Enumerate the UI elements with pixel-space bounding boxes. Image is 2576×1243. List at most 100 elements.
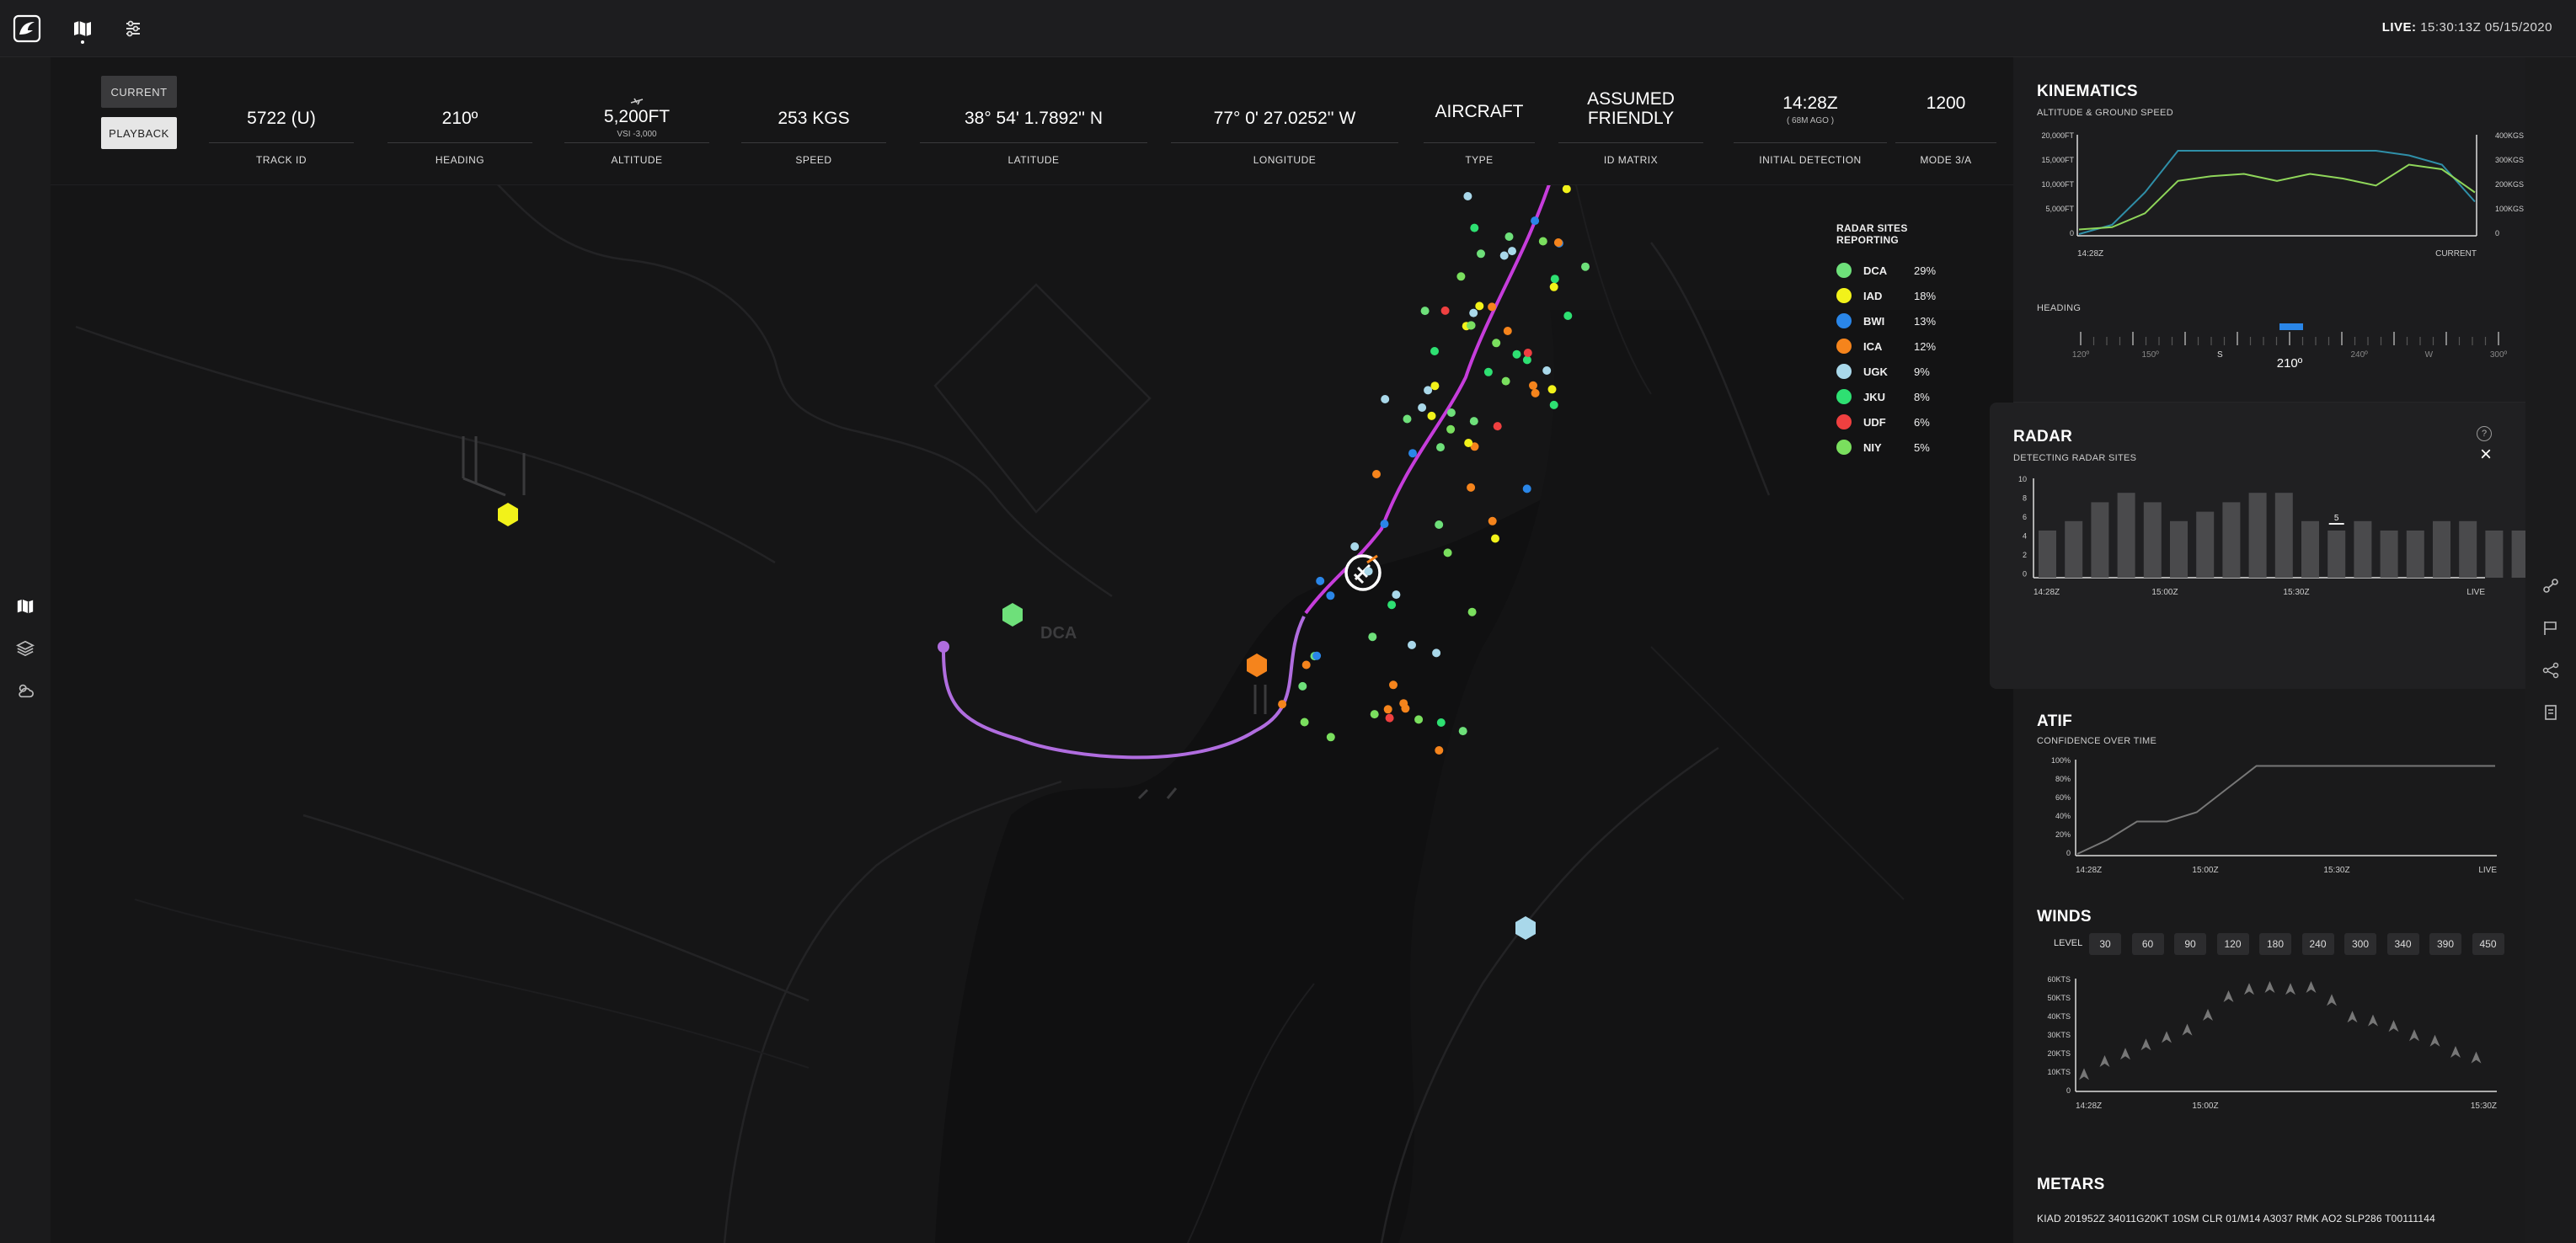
wind-level-button[interactable]: 60 bbox=[2131, 933, 2164, 955]
detection-dot bbox=[1467, 607, 1477, 616]
aircraft-marker[interactable] bbox=[1344, 554, 1382, 591]
atif-chart[interactable]: 100% 80% 60% 40% 20% 0 14:28Z 15:00Z 15:30Z LIVE bbox=[2013, 755, 2525, 906]
wind-barb bbox=[2223, 990, 2234, 1002]
atif-y-tick: 0 bbox=[2066, 849, 2071, 857]
help-icon[interactable]: ? bbox=[2477, 426, 2492, 441]
wind-y-tick: 20KTS bbox=[2047, 1049, 2071, 1058]
altitude-cell: 5,200FT VSI -3,000 bbox=[564, 96, 709, 143]
detection-dot bbox=[1368, 632, 1377, 642]
wind-level-button[interactable]: 450 bbox=[2472, 933, 2504, 955]
radar-site-dca[interactable] bbox=[1002, 603, 1023, 627]
layers-icon[interactable] bbox=[12, 635, 39, 662]
radar-subtitle: DETECTING RADAR SITES bbox=[2013, 453, 2137, 463]
radar-bar[interactable] bbox=[2354, 520, 2372, 578]
wind-level-button[interactable]: 390 bbox=[2429, 933, 2461, 955]
radar-bar[interactable] bbox=[2170, 520, 2188, 578]
route-icon[interactable] bbox=[2537, 573, 2564, 600]
radar-bar[interactable] bbox=[2091, 502, 2109, 578]
wind-level-button[interactable]: 30 bbox=[2089, 933, 2121, 955]
map-view[interactable]: DCA bbox=[51, 57, 2013, 1243]
wind-x-tick: 15:00Z bbox=[2192, 1102, 2218, 1111]
kinematics-y-right-tick: 0 bbox=[2495, 229, 2499, 237]
radar-chart[interactable]: 10 8 6 4 2 0 5 14:28Z 15:00Z 15:30Z LIVE bbox=[2013, 475, 2525, 635]
kinematics-chart[interactable]: 20,000FT 15,000FT 10,000FT 5,000FT 0 400KGS 30… bbox=[2013, 128, 2525, 271]
radar-bar[interactable] bbox=[2459, 520, 2477, 578]
atif-y-tick: 100% bbox=[2051, 756, 2071, 765]
legend-item-niy[interactable]: NIY 5% bbox=[1836, 435, 1971, 460]
detection-dot bbox=[1364, 567, 1373, 576]
radar-y-tick: 8 bbox=[2023, 494, 2027, 503]
heading-subtitle: HEADING bbox=[2037, 303, 2082, 313]
wind-barb bbox=[2140, 1038, 2151, 1051]
radar-bar[interactable] bbox=[2327, 531, 2346, 578]
atif-panel: ATIF CONFIDENCE OVER TIME 100% 80% 60% 40% 2… bbox=[2013, 664, 2525, 916]
right-rail bbox=[2525, 57, 2576, 1243]
radar-bar[interactable] bbox=[2222, 502, 2241, 578]
wind-y-tick: 0 bbox=[2066, 1086, 2071, 1095]
radar-bar[interactable] bbox=[2143, 502, 2162, 578]
map-canvas[interactable]: DCA bbox=[51, 57, 2013, 1243]
flag-icon[interactable] bbox=[2537, 615, 2564, 642]
legend-item-ugk[interactable]: UGK 9% bbox=[1836, 359, 1971, 384]
legend-pct: 5% bbox=[1914, 440, 1930, 454]
sliders-icon[interactable] bbox=[116, 12, 150, 45]
radar-bar[interactable] bbox=[2274, 493, 2293, 578]
wind-level-button[interactable]: 240 bbox=[2301, 933, 2334, 955]
radar-bar[interactable] bbox=[2196, 511, 2215, 578]
mode-3a-value: 1200 bbox=[1926, 93, 1966, 113]
map-icon[interactable] bbox=[66, 12, 99, 45]
live-time: 15:30:13Z 05/15/2020 bbox=[2420, 20, 2552, 35]
detection-dot bbox=[1467, 321, 1475, 330]
radar-site-iad[interactable] bbox=[498, 503, 518, 526]
detection-dot bbox=[1563, 312, 1573, 320]
radar-bar[interactable] bbox=[2433, 520, 2450, 578]
detection-dot bbox=[1403, 414, 1412, 424]
heading-scale[interactable]: 120º 150º S 210º 240º W 300º bbox=[2013, 318, 2525, 394]
legend-dot bbox=[1836, 263, 1852, 278]
document-icon[interactable] bbox=[2537, 699, 2564, 726]
id-matrix-value-2: FRIENDLY bbox=[1587, 109, 1675, 128]
playback-mode-button[interactable]: PLAYBACK bbox=[101, 117, 177, 149]
close-icon[interactable]: × bbox=[2480, 443, 2492, 467]
heading-tick-label: S bbox=[2217, 350, 2223, 360]
radar-bar[interactable] bbox=[2117, 493, 2135, 578]
wind-level-button[interactable]: 300 bbox=[2344, 933, 2376, 955]
radar-bar[interactable] bbox=[2301, 520, 2319, 578]
wind-level-button[interactable]: 120 bbox=[2216, 933, 2249, 955]
legend-item-iad[interactable]: IAD 18% bbox=[1836, 283, 1971, 308]
legend-item-bwi[interactable]: BWI 13% bbox=[1836, 308, 1971, 333]
app-logo-icon[interactable] bbox=[10, 12, 44, 45]
map-icon[interactable] bbox=[12, 593, 39, 620]
legend-item-udf[interactable]: UDF 6% bbox=[1836, 409, 1971, 435]
legend-pct: 8% bbox=[1914, 390, 1930, 403]
radar-bar[interactable] bbox=[2380, 531, 2398, 578]
radar-bar[interactable] bbox=[2039, 531, 2056, 578]
current-mode-button[interactable]: CURRENT bbox=[101, 76, 177, 108]
radar-bar[interactable] bbox=[2511, 531, 2525, 578]
heading-label: HEADING bbox=[435, 154, 485, 166]
radar-marker-label: 5 bbox=[2334, 514, 2339, 523]
network-icon[interactable] bbox=[2537, 657, 2564, 684]
radar-bar[interactable] bbox=[2065, 520, 2083, 578]
detection-dot bbox=[1435, 520, 1444, 529]
legend-name: NIY bbox=[1863, 440, 1882, 454]
detection-dot bbox=[1430, 347, 1439, 355]
radar-bar[interactable] bbox=[2406, 531, 2424, 578]
legend-item-ica[interactable]: ICA 12% bbox=[1836, 333, 1971, 359]
wind-barb bbox=[2368, 1014, 2378, 1027]
weather-icon[interactable] bbox=[12, 677, 39, 704]
radar-bar[interactable] bbox=[2248, 493, 2267, 578]
wind-level-button[interactable]: 340 bbox=[2386, 933, 2419, 955]
detection-dot bbox=[1446, 408, 1456, 417]
radar-bar[interactable] bbox=[2485, 531, 2504, 578]
kinematics-panel: KINEMATICS ALTITUDE & GROUND SPEED 20,00… bbox=[2013, 57, 2525, 403]
wind-barb bbox=[2388, 1020, 2399, 1032]
id-matrix-label: ID MATRIX bbox=[1603, 154, 1659, 166]
detection-dot bbox=[1477, 249, 1485, 259]
wind-level-button[interactable]: 180 bbox=[2259, 933, 2291, 955]
initial-detection-value: 14:28Z bbox=[1782, 93, 1838, 113]
legend-item-jku[interactable]: JKU 8% bbox=[1836, 384, 1971, 409]
wind-level-button[interactable]: 90 bbox=[2174, 933, 2206, 955]
winds-chart[interactable]: 60KTS 50KTS 40KTS 30KTS 20KTS 10KTS 0 14:28Z 15… bbox=[2013, 974, 2525, 1142]
legend-item-dca[interactable]: DCA 29% bbox=[1836, 258, 1971, 283]
